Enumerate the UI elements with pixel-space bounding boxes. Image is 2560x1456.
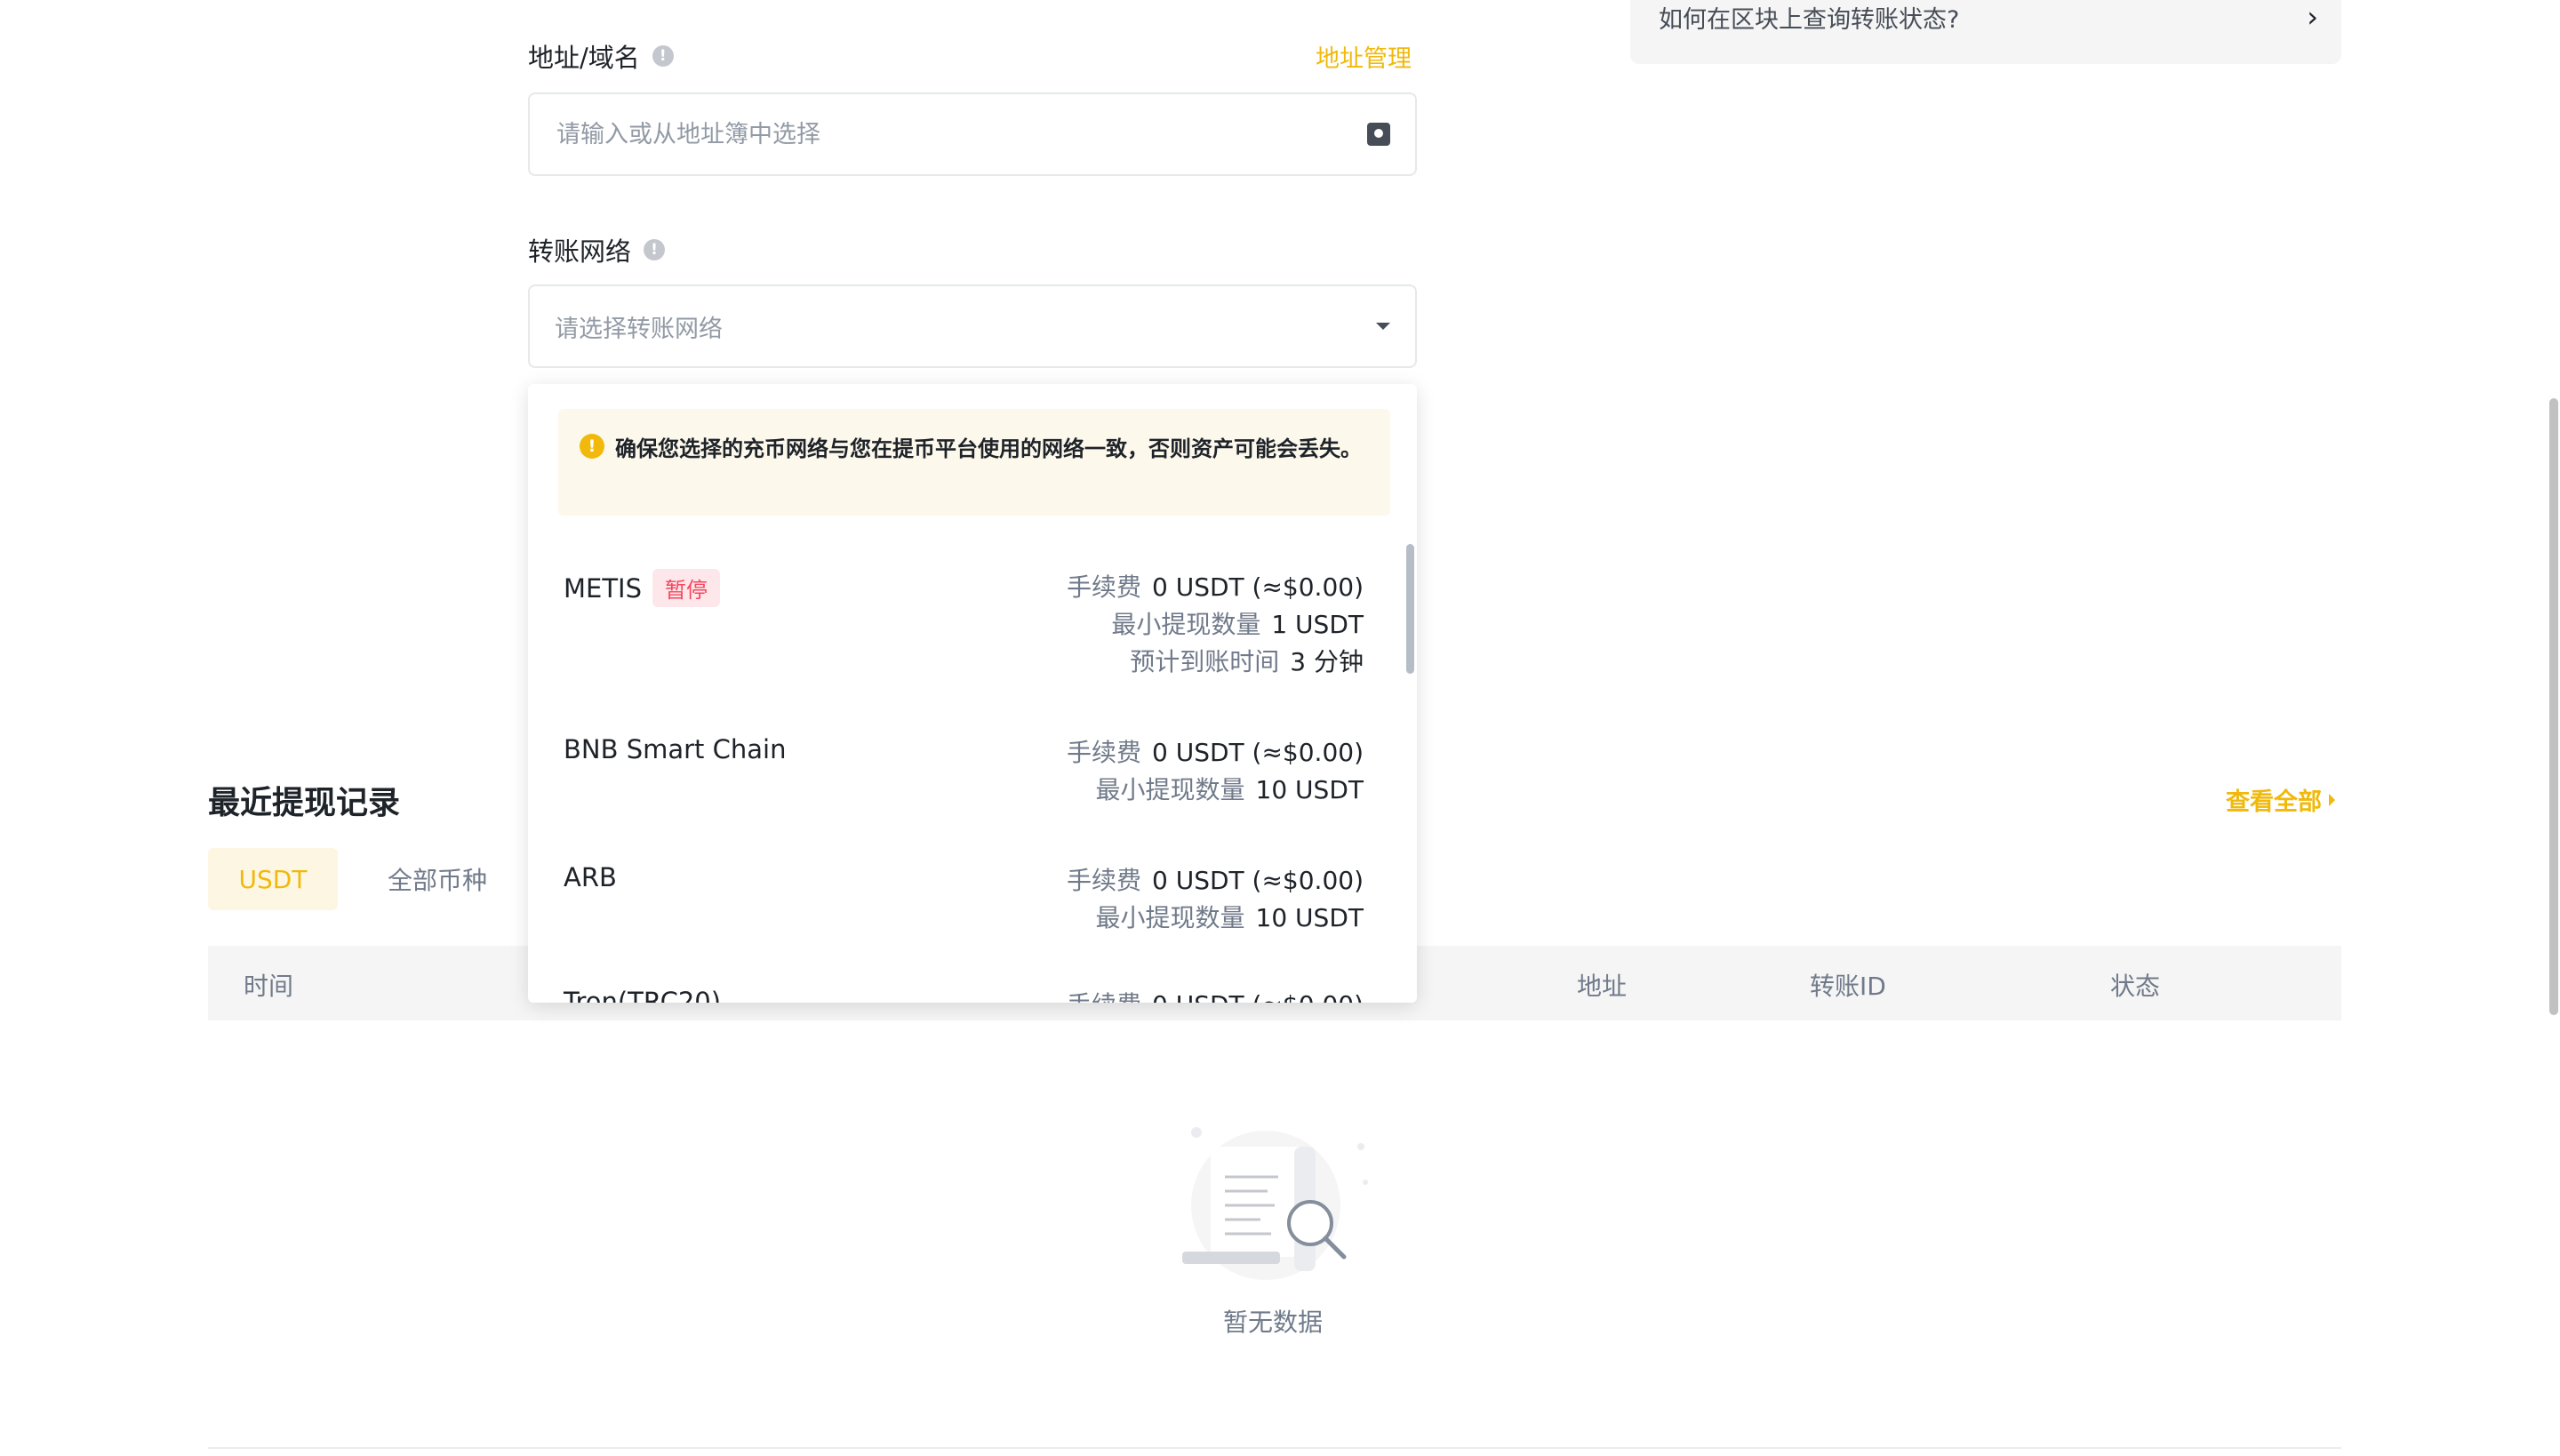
network-fee-info: 手续费 0 USDT (≈$0.00) 最小提现数量 1 USDT 预计到账时间 3 … bbox=[1067, 569, 1364, 681]
info-icon[interactable]: ! bbox=[644, 239, 666, 260]
fee-label: 手续费 bbox=[1066, 738, 1141, 767]
empty-state-text: 暂无数据 bbox=[1223, 1308, 1324, 1337]
network-name: BNB Smart Chain bbox=[564, 734, 787, 764]
address-manage-link[interactable]: 地址管理 bbox=[1316, 39, 1412, 74]
min-withdraw-label: 最小提现数量 bbox=[1095, 775, 1245, 804]
view-all-link[interactable]: 查看全部 bbox=[2226, 782, 2335, 817]
network-select[interactable]: 请选择转账网络 bbox=[528, 284, 1417, 368]
address-input-field[interactable] bbox=[528, 92, 1417, 176]
column-header-time: 时间 bbox=[244, 972, 294, 1001]
tab-all-coins[interactable]: 全部币种 bbox=[366, 848, 508, 910]
min-withdraw-value: 1 USDT bbox=[1271, 610, 1364, 639]
address-input[interactable] bbox=[555, 119, 1268, 149]
network-option-bnb-smart-chain[interactable]: BNB Smart Chain 手续费 0 USDT (≈$0.00) 最小提现数… bbox=[564, 734, 1364, 823]
empty-state-illustration bbox=[1182, 1127, 1368, 1280]
help-question-text: 如何在区块上查询转账状态? bbox=[1659, 5, 1960, 34]
info-icon[interactable]: ! bbox=[652, 45, 674, 67]
tab-usdt[interactable]: USDT bbox=[208, 848, 338, 910]
network-option-tron-trc20[interactable]: Tron(TRC20) 手续费 0 USDT (≈$0.00) bbox=[564, 987, 1364, 1003]
min-withdraw-value: 10 USDT bbox=[1255, 775, 1364, 804]
column-header-txid: 转账ID bbox=[1810, 972, 1886, 1001]
fee-value: 0 USDT (≈$0.00) bbox=[1152, 990, 1364, 1003]
help-card-block-status[interactable]: 如何在区块上查询转账状态? › bbox=[1630, 0, 2341, 64]
paused-badge: 暂停 bbox=[652, 569, 721, 607]
eta-label: 预计到账时间 bbox=[1130, 647, 1280, 676]
fee-label: 手续费 bbox=[1066, 572, 1141, 602]
page-scrollbar[interactable] bbox=[2549, 398, 2558, 1015]
network-label: 转账网络 bbox=[528, 236, 632, 267]
min-withdraw-value: 10 USDT bbox=[1255, 903, 1364, 932]
network-warning-text: 确保您选择的充币网络与您在提币平台使用的网络一致，否则资产可能会丢失。 bbox=[615, 436, 1362, 461]
network-fee-info: 手续费 0 USDT (≈$0.00) bbox=[1067, 987, 1364, 1003]
network-select-placeholder: 请选择转账网络 bbox=[555, 315, 723, 343]
chevron-down-icon bbox=[1376, 323, 1390, 330]
warning-icon: ! bbox=[580, 434, 604, 459]
fee-value: 0 USDT (≈$0.00) bbox=[1151, 572, 1364, 602]
min-withdraw-label: 最小提现数量 bbox=[1111, 610, 1261, 639]
divider bbox=[208, 1447, 2341, 1449]
view-all-label: 查看全部 bbox=[2226, 788, 2322, 816]
chevron-right-icon: › bbox=[2307, 0, 2318, 34]
network-option-arb[interactable]: ARB 手续费 0 USDT (≈$0.00) 最小提现数量 10 USDT bbox=[564, 862, 1364, 951]
fee-value: 0 USDT (≈$0.00) bbox=[1151, 738, 1364, 767]
fee-label: 手续费 bbox=[1067, 990, 1141, 1003]
network-option-metis[interactable]: METIS 暂停 手续费 0 USDT (≈$0.00) 最小提现数量 1 USDT… bbox=[564, 569, 1364, 693]
eta-value: 3 分钟 bbox=[1290, 647, 1364, 676]
network-dropdown[interactable]: ! 确保您选择的充币网络与您在提币平台使用的网络一致，否则资产可能会丢失。 ME… bbox=[528, 384, 1417, 1003]
network-name: Tron(TRC20) bbox=[564, 987, 722, 1003]
address-label: 地址/域名 bbox=[528, 43, 640, 73]
column-header-address: 地址 bbox=[1577, 972, 1628, 1001]
min-withdraw-label: 最小提现数量 bbox=[1095, 903, 1245, 932]
address-book-icon[interactable] bbox=[1367, 123, 1390, 146]
dropdown-scrollbar[interactable] bbox=[1406, 544, 1414, 674]
recent-withdrawals-title: 最近提现记录 bbox=[208, 785, 401, 821]
network-name: METIS bbox=[564, 572, 643, 604]
fee-label: 手续费 bbox=[1066, 866, 1141, 895]
network-fee-info: 手续费 0 USDT (≈$0.00) 最小提现数量 10 USDT bbox=[1067, 862, 1364, 937]
caret-right-icon bbox=[2329, 793, 2335, 806]
network-name: ARB bbox=[564, 862, 617, 892]
network-label-row: 转账网络 ! bbox=[528, 231, 666, 268]
network-fee-info: 手续费 0 USDT (≈$0.00) 最小提现数量 10 USDT bbox=[1067, 734, 1364, 809]
address-label-row: 地址/域名 ! bbox=[528, 37, 674, 75]
fee-value: 0 USDT (≈$0.00) bbox=[1151, 866, 1364, 895]
column-header-status: 状态 bbox=[2110, 972, 2161, 1001]
network-warning: ! 确保您选择的充币网络与您在提币平台使用的网络一致，否则资产可能会丢失。 bbox=[558, 409, 1390, 516]
